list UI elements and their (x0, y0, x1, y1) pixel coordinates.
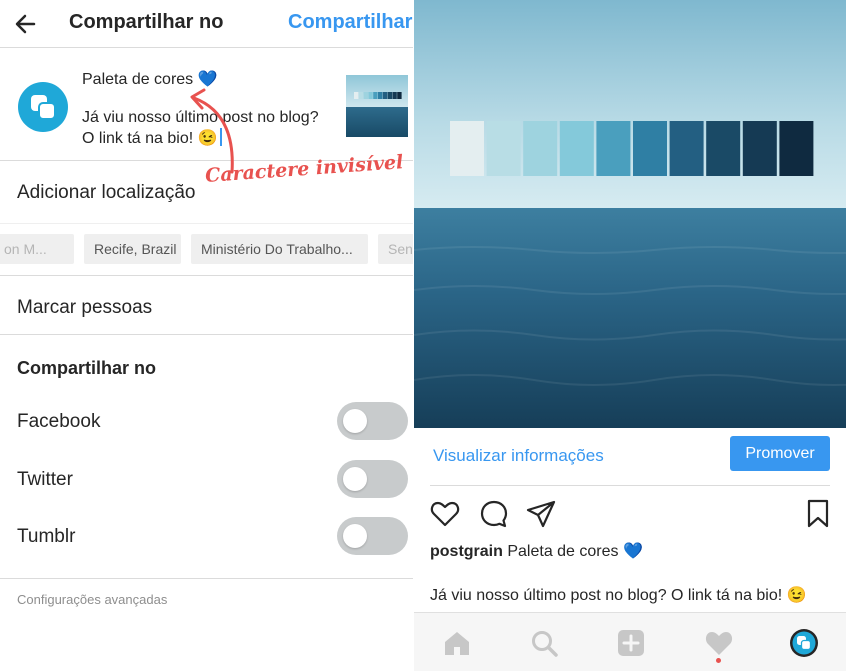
bookmark-icon[interactable] (802, 498, 834, 530)
tumblr-toggle[interactable] (337, 517, 408, 555)
toggle-knob (343, 409, 367, 433)
username[interactable]: postgrain (430, 543, 503, 560)
toggle-knob (343, 467, 367, 491)
bottom-navigation (414, 612, 846, 671)
location-chip[interactable]: Sen (378, 234, 414, 264)
promote-button[interactable]: Promover (730, 436, 830, 471)
palette-swatch (669, 121, 704, 176)
postgrain-logo-icon (31, 95, 56, 120)
thumb-palette-swatch (397, 92, 402, 99)
palette-swatch (633, 121, 667, 176)
thumb-palette-swatch (387, 92, 392, 99)
palette-swatch (742, 121, 777, 176)
twitter-toggle[interactable] (337, 460, 408, 498)
share-section-heading: Compartilhar no (17, 358, 157, 378)
palette-swatch (596, 121, 631, 176)
avatar (18, 82, 68, 132)
network-label-tumblr: Tumblr (17, 526, 76, 547)
new-post-icon[interactable] (616, 628, 646, 658)
location-chip[interactable]: Ministério Do Trabalho... (191, 234, 368, 264)
palette-swatch (523, 121, 558, 176)
thumb-palette-swatch (378, 92, 383, 99)
divider (0, 334, 414, 335)
notification-dot (716, 658, 721, 663)
thumb-palette-swatch (392, 92, 397, 99)
view-insights-link[interactable]: Visualizar informações (433, 446, 604, 466)
share-button[interactable]: Compartilhar (288, 11, 412, 34)
post-thumbnail (346, 75, 408, 137)
network-label-twitter: Twitter (17, 469, 73, 490)
tag-people[interactable]: Marcar pessoas (17, 297, 152, 319)
profile-avatar-icon[interactable] (789, 628, 819, 658)
top-bar: Compartilhar no Compartilhar (0, 0, 414, 48)
home-icon[interactable] (442, 628, 472, 658)
location-suggestions: on M... Recife, Brazil Ministério Do Tra… (0, 223, 414, 276)
thumb-palette-swatch (363, 92, 368, 99)
divider (430, 485, 830, 486)
post-caption-body: Já viu nosso último post no blog? O link… (430, 587, 807, 604)
heart-icon[interactable] (429, 498, 461, 530)
share-screen: Compartilhar no Compartilhar Paleta de c… (0, 0, 414, 671)
caption-title: Paleta de cores 💙 (507, 543, 643, 560)
activity-heart-icon[interactable] (704, 628, 734, 658)
thumb-palette-swatch (354, 92, 359, 99)
search-icon[interactable] (529, 628, 559, 658)
location-chip[interactable]: Recife, Brazil (84, 234, 181, 264)
send-icon[interactable] (525, 498, 557, 530)
palette-swatch (706, 121, 741, 176)
add-location[interactable]: Adicionar localização (17, 182, 196, 204)
network-label-facebook: Facebook (17, 411, 101, 432)
location-chip[interactable]: on M... (0, 234, 74, 264)
post-caption: postgrain Paleta de cores 💙 (430, 541, 643, 561)
facebook-toggle[interactable] (337, 402, 408, 440)
page-title: Compartilhar no (69, 11, 224, 33)
palette-swatch (450, 121, 484, 176)
toggle-knob (343, 524, 367, 548)
thumb-palette-swatch (358, 92, 364, 99)
post-photo[interactable] (414, 0, 846, 428)
post-screen: Visualizar informações Promover postgrai… (414, 0, 846, 671)
advanced-settings-link[interactable]: Configurações avançadas (17, 592, 167, 607)
screenshot-root: Compartilhar no Compartilhar Paleta de c… (0, 0, 846, 671)
thumb-palette-swatch (382, 92, 388, 99)
thumb-palette-swatch (368, 92, 373, 99)
comment-icon[interactable] (478, 498, 510, 530)
thumb-palette-swatch (373, 92, 378, 99)
palette-swatch (486, 121, 521, 176)
palette-swatch (779, 121, 814, 176)
back-arrow-icon[interactable] (12, 10, 40, 38)
divider (0, 578, 414, 579)
palette-swatch (559, 121, 594, 176)
